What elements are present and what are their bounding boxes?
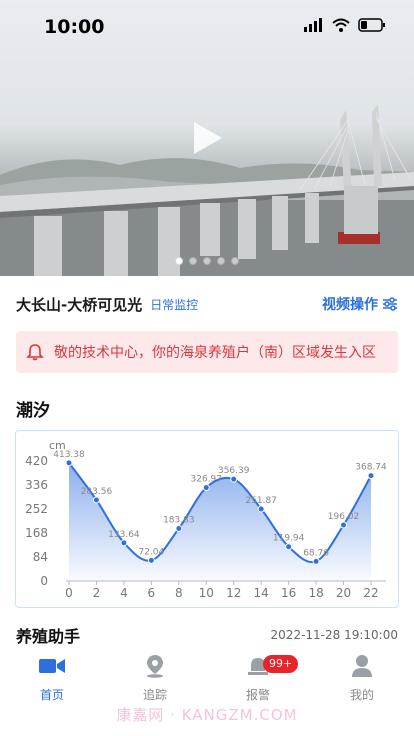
video-camera-icon bbox=[39, 659, 65, 673]
bell-icon bbox=[26, 344, 44, 361]
tide-data-label: 368.74 bbox=[355, 463, 387, 473]
tide-point bbox=[92, 496, 100, 504]
tide-point bbox=[175, 524, 183, 532]
location-name: 大长山-大桥可见光 bbox=[16, 295, 143, 314]
alert-text: 敬的技术中心，你的海泉养殖户（南）区域发生入区 bbox=[54, 345, 376, 361]
alarm-badge: 99+ bbox=[263, 655, 299, 673]
x-tick-label: 22 bbox=[363, 586, 378, 600]
tide-data-label: 283.56 bbox=[81, 487, 113, 497]
tide-point bbox=[202, 484, 210, 492]
tide-point bbox=[312, 557, 320, 565]
tide-data-label: 183.83 bbox=[163, 515, 195, 525]
y-tick-label: 0 bbox=[40, 574, 48, 588]
x-tick-label: 20 bbox=[336, 586, 351, 600]
video-ops-button[interactable]: 视频操作 bbox=[322, 294, 398, 314]
carousel-dot[interactable] bbox=[189, 257, 197, 265]
y-tick-label: 252 bbox=[25, 502, 48, 516]
tab-label: 我的 bbox=[349, 688, 374, 702]
tide-data-label: 413.38 bbox=[53, 450, 85, 460]
tab-alarm[interactable]: 99+ 报警 bbox=[223, 654, 299, 703]
tide-point bbox=[65, 459, 73, 467]
carousel-dots bbox=[0, 257, 414, 265]
tide-point bbox=[367, 472, 375, 480]
carousel-dot[interactable] bbox=[203, 257, 211, 265]
video-ops-label: 视频操作 bbox=[322, 297, 378, 313]
status-bar: 10:00 bbox=[0, 0, 414, 56]
tide-data-label: 196.02 bbox=[328, 512, 360, 522]
y-tick-label: 168 bbox=[25, 526, 48, 540]
sliders-icon bbox=[383, 297, 397, 311]
x-tick-label: 0 bbox=[65, 586, 73, 600]
assistant-header: 养殖助手 2022-11-28 19:10:00 bbox=[16, 624, 398, 646]
play-icon[interactable] bbox=[186, 118, 226, 158]
monitor-tag: 日常监控 bbox=[150, 297, 199, 312]
tab-bar: 首页 追踪 99+ 报警 我的 康嘉网 · KANGZM.COM bbox=[0, 648, 414, 736]
x-tick-label: 6 bbox=[148, 586, 156, 600]
tab-label: 首页 bbox=[39, 688, 64, 702]
tide-point bbox=[285, 543, 293, 551]
tide-point bbox=[230, 475, 238, 483]
tab-home[interactable]: 首页 bbox=[17, 654, 87, 703]
assistant-title: 养殖助手 bbox=[16, 627, 81, 646]
watermark: 康嘉网 · KANGZM.COM bbox=[116, 706, 298, 724]
y-tick-label: 84 bbox=[33, 550, 48, 564]
tide-chart: cm4203362521688400 2 4 6 8 10 12 14 16 18 20 22413.… bbox=[25, 439, 387, 600]
tide-data-label: 119.94 bbox=[273, 534, 305, 544]
tide-data-label: 356.39 bbox=[218, 466, 250, 476]
location-header: 大长山-大桥可见光 日常监控 视频操作 bbox=[16, 292, 398, 316]
assistant-timestamp: 2022-11-28 19:10:00 bbox=[270, 628, 398, 642]
tide-point bbox=[120, 539, 128, 547]
x-tick-label: 18 bbox=[308, 586, 323, 600]
tide-data-label: 72.04 bbox=[138, 547, 164, 557]
tide-title: 潮汐 bbox=[16, 401, 50, 421]
carousel-dot[interactable] bbox=[231, 257, 239, 265]
tab-tracking[interactable]: 追踪 bbox=[120, 654, 190, 703]
y-tick-label: 336 bbox=[25, 478, 48, 492]
wifi-icon bbox=[332, 18, 350, 32]
tide-data-label: 251.87 bbox=[245, 496, 277, 506]
x-tick-label: 10 bbox=[199, 586, 214, 600]
alert-banner[interactable]: 敬的技术中心，你的海泉养殖户（南）区域发生入区 bbox=[16, 331, 398, 373]
status-time: 10:00 bbox=[44, 16, 105, 38]
tide-point bbox=[257, 505, 265, 513]
y-tick-label: 420 bbox=[25, 454, 48, 468]
x-tick-label: 16 bbox=[281, 586, 296, 600]
tide-chart-card: cm 420 336 252 168 84 0 0 2 4 6 8 10 12 14 16 18 20 22 413.… bbox=[15, 430, 399, 608]
signal-icon bbox=[304, 18, 322, 32]
x-tick-label: 8 bbox=[175, 586, 183, 600]
tab-profile[interactable]: 我的 bbox=[327, 654, 397, 703]
battery-icon bbox=[358, 18, 385, 32]
carousel-dot[interactable] bbox=[175, 257, 183, 265]
x-tick-label: 14 bbox=[254, 586, 269, 600]
tide-point bbox=[147, 556, 155, 564]
video-player[interactable]: 10:00 bbox=[0, 0, 414, 276]
carousel-dot[interactable] bbox=[217, 257, 225, 265]
x-tick-label: 2 bbox=[93, 586, 101, 600]
tide-point bbox=[340, 521, 348, 529]
x-tick-label: 12 bbox=[226, 586, 241, 600]
tab-label: 追踪 bbox=[142, 688, 167, 702]
x-tick-label: 4 bbox=[120, 586, 128, 600]
tide-data-label: 68.76 bbox=[303, 548, 329, 558]
tide-data-label: 133.64 bbox=[108, 530, 140, 540]
user-icon bbox=[352, 655, 372, 677]
tab-label: 报警 bbox=[245, 688, 270, 702]
location-pin-icon bbox=[147, 655, 163, 678]
